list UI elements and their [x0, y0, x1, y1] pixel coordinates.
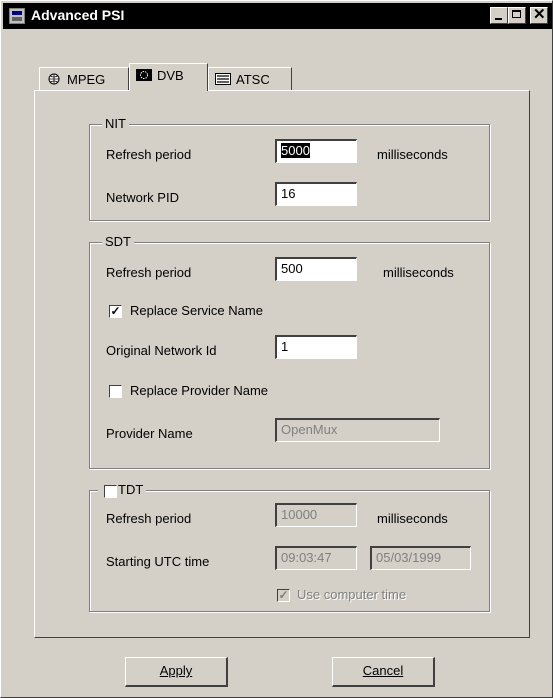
cancel-button[interactable]: Cancel — [332, 657, 435, 687]
use-computer-time-checkbox[interactable]: ✓ — [277, 589, 290, 602]
sdt-refresh-unit: milliseconds — [383, 265, 454, 280]
provider-name-label: Provider Name — [106, 426, 193, 441]
tdt-refresh-input[interactable]: 10000 — [275, 503, 357, 527]
dialog-window: Advanced PSI ✕ MPEG DVB ATSC NIT Refresh… — [0, 0, 553, 698]
apply-button[interactable]: Apply — [125, 657, 228, 687]
tdt-date-input[interactable]: 05/03/1999 — [370, 546, 471, 570]
nit-refresh-input[interactable]: 5000 — [275, 139, 357, 163]
use-computer-time-label[interactable]: Use computer time — [297, 587, 406, 602]
tdt-time-input[interactable]: 09:03:47 — [275, 546, 357, 570]
tab-atsc[interactable]: ATSC — [208, 67, 292, 91]
app-icon — [9, 8, 25, 24]
tab-mpeg-label: MPEG — [67, 72, 106, 87]
close-icon: ✕ — [533, 6, 546, 23]
cancel-button-label: Cancel — [362, 663, 404, 678]
globe-icon — [48, 73, 60, 85]
tdt-refresh-unit: milliseconds — [377, 511, 448, 526]
nit-pid-input[interactable]: 16 — [275, 182, 357, 206]
onid-input[interactable]: 1 — [275, 335, 357, 359]
tab-dvb[interactable]: DVB — [129, 63, 208, 91]
tdt-start-label: Starting UTC time — [106, 554, 210, 569]
atsc-icon — [215, 73, 231, 85]
tdt-refresh-label: Refresh period — [106, 511, 192, 526]
dvb-icon — [136, 69, 152, 81]
tab-panel-dvb: NIT Refresh period 5000 milliseconds Net… — [34, 90, 530, 638]
tdt-enable-checkbox[interactable] — [104, 485, 117, 498]
replace-provider-label[interactable]: Replace Provider Name — [130, 383, 268, 398]
sdt-refresh-input[interactable]: 500 — [275, 257, 357, 281]
tab-dvb-label: DVB — [157, 68, 184, 83]
tab-mpeg[interactable]: MPEG — [39, 67, 129, 91]
nit-refresh-unit: milliseconds — [377, 147, 448, 162]
replace-provider-checkbox[interactable] — [109, 385, 122, 398]
minimize-button[interactable] — [490, 7, 508, 24]
maximize-button[interactable] — [508, 7, 526, 24]
sdt-legend: SDT — [102, 234, 134, 249]
nit-legend: NIT — [102, 116, 129, 131]
nit-pid-label: Network PID — [106, 190, 179, 205]
title-bar[interactable]: Advanced PSI ✕ — [3, 3, 552, 29]
replace-service-checkbox[interactable]: ✓ — [109, 305, 122, 318]
minimize-icon — [495, 18, 502, 20]
replace-service-label[interactable]: Replace Service Name — [130, 303, 263, 318]
window-title: Advanced PSI — [31, 7, 125, 23]
tab-atsc-label: ATSC — [236, 72, 270, 87]
sdt-group: SDT Refresh period 500 milliseconds ✓ Re… — [89, 234, 490, 469]
nit-refresh-label: Refresh period — [106, 147, 192, 162]
close-button[interactable]: ✕ — [530, 7, 548, 24]
nit-group: NIT Refresh period 5000 milliseconds Net… — [89, 116, 490, 221]
sdt-refresh-label: Refresh period — [106, 265, 192, 280]
tdt-group: TDT Refresh period 10000 milliseconds St… — [89, 482, 490, 612]
provider-name-input[interactable]: OpenMux — [275, 418, 440, 442]
onid-label: Original Network Id — [106, 343, 217, 358]
maximize-icon — [512, 10, 521, 18]
apply-button-label: Apply — [159, 663, 193, 678]
